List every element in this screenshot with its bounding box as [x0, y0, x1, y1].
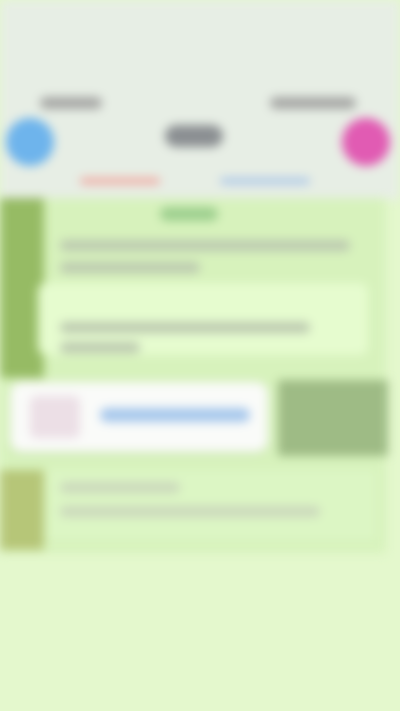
right-tab-underline — [220, 178, 310, 184]
left-avatar[interactable] — [6, 118, 54, 166]
left-tab-underline — [80, 178, 160, 184]
message-header — [160, 207, 218, 221]
link-thumb — [30, 396, 80, 438]
card-row — [0, 380, 400, 456]
top-left-label — [40, 97, 102, 109]
text-line-4 — [60, 342, 140, 353]
chat-screen — [0, 0, 400, 711]
text-line-1 — [60, 240, 350, 251]
card-side-block — [278, 380, 388, 456]
center-chip — [165, 125, 223, 147]
side-strip-bottom — [0, 470, 44, 550]
lower-line-1 — [60, 482, 180, 493]
lower-message — [46, 470, 376, 540]
top-right-label — [270, 97, 356, 109]
text-line-3 — [60, 322, 310, 333]
link-card[interactable] — [10, 382, 268, 452]
text-line-2 — [60, 262, 200, 273]
right-avatar[interactable] — [342, 118, 390, 166]
lower-line-2 — [60, 506, 320, 517]
link-text[interactable] — [100, 408, 250, 422]
